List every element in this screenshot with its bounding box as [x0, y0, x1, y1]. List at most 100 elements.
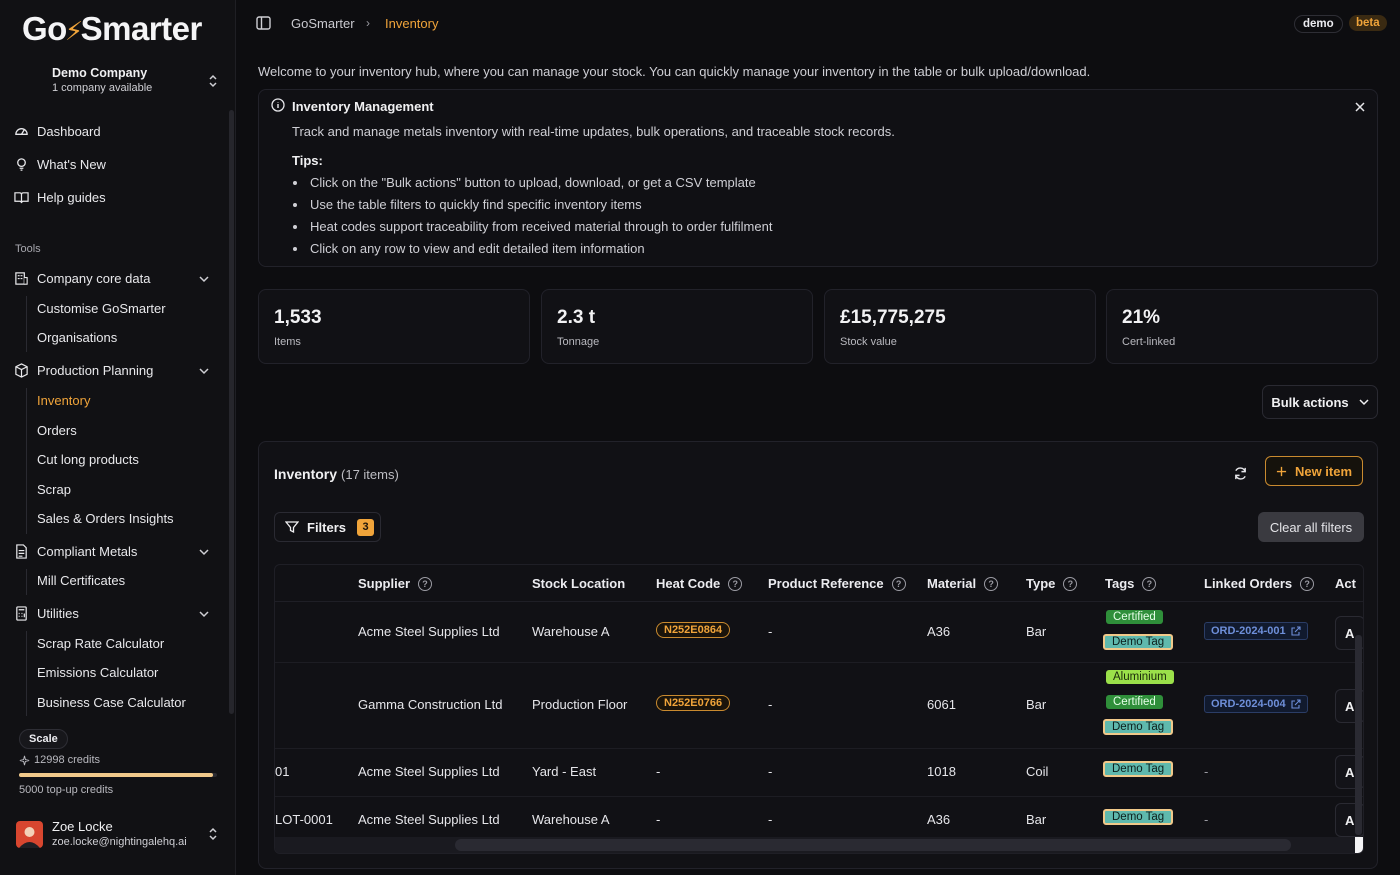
linked-order-link[interactable]: ORD-2024-001 [1204, 622, 1308, 640]
column-header-linked-orders[interactable]: Linked Orders? [1204, 576, 1315, 591]
linked-order-link[interactable]: ORD-2024-004 [1204, 695, 1308, 713]
app-logo[interactable]: Go⚡Smarter [22, 10, 202, 48]
breadcrumb-root[interactable]: GoSmarter [291, 16, 355, 31]
filters-button[interactable]: Filters 3 [274, 512, 381, 542]
cell-material[interactable]: 6061 [927, 697, 956, 712]
tag-demo[interactable]: Demo Tag [1103, 634, 1174, 650]
cell-supplier[interactable]: Acme Steel Supplies Ltd [358, 812, 500, 827]
cell-lot[interactable]: 01 [275, 764, 289, 779]
nav-production-planning[interactable]: Production Planning [14, 363, 153, 378]
refresh-icon[interactable] [1233, 466, 1248, 484]
nav-scrap-rate-calculator[interactable]: Scrap Rate Calculator [37, 636, 164, 651]
nav-inventory[interactable]: Inventory [37, 393, 90, 408]
new-item-button[interactable]: New item [1265, 456, 1363, 486]
tag-demo[interactable]: Demo Tag [1103, 719, 1174, 735]
cell-type[interactable]: Bar [1026, 697, 1046, 712]
cell-supplier[interactable]: Acme Steel Supplies Ltd [358, 624, 500, 639]
cell-product-ref[interactable]: - [768, 697, 772, 712]
tag-certified[interactable]: Certified [1106, 610, 1163, 624]
tag-demo[interactable]: Demo Tag [1103, 761, 1174, 777]
cell-product-ref[interactable]: - [768, 764, 772, 779]
help-circle-icon[interactable]: ? [1300, 576, 1315, 591]
credits-text: 12998 credits [19, 754, 100, 766]
user-name: Zoe Locke [52, 819, 113, 834]
chevron-down-icon[interactable] [199, 548, 209, 556]
cell-lot[interactable]: LOT-0001 [275, 812, 333, 827]
column-header-material[interactable]: Material? [927, 576, 999, 591]
nav-cut-long-products[interactable]: Cut long products [37, 452, 139, 467]
inventory-panel: Inventory (17 items) New item Filters 3 C… [258, 441, 1378, 869]
nav-scrap[interactable]: Scrap [37, 482, 71, 497]
cell-material[interactable]: 1018 [927, 764, 956, 779]
cell-location[interactable]: Production Floor [532, 697, 627, 712]
filter-icon [285, 521, 299, 534]
nav-whats-new[interactable]: What's New [14, 157, 106, 172]
cell-product-ref[interactable]: - [768, 624, 772, 639]
tag-certified[interactable]: Certified [1106, 695, 1163, 709]
nav-business-case-calculator[interactable]: Business Case Calculator [37, 695, 186, 710]
stat-value: £15,775,275 [840, 307, 946, 328]
cell-product-ref[interactable]: - [768, 812, 772, 827]
tag-demo[interactable]: Demo Tag [1103, 809, 1174, 825]
cell-material[interactable]: A36 [927, 624, 950, 639]
tree-line [26, 296, 27, 352]
help-circle-icon[interactable]: ? [728, 576, 743, 591]
column-header-stock-location[interactable]: Stock Location [532, 576, 625, 591]
help-circle-icon[interactable]: ? [1142, 576, 1157, 591]
chevron-down-icon[interactable] [199, 610, 209, 618]
nav-mill-certificates[interactable]: Mill Certificates [37, 573, 125, 588]
bulk-actions-button[interactable]: Bulk actions [1262, 385, 1378, 419]
tag-aluminium[interactable]: Aluminium [1106, 670, 1174, 684]
chevron-down-icon[interactable] [199, 275, 209, 283]
column-header-supplier[interactable]: Supplier? [358, 576, 433, 591]
nav-orders[interactable]: Orders [37, 423, 77, 438]
nav-customise-gosmarter[interactable]: Customise GoSmarter [37, 301, 166, 316]
help-circle-icon[interactable]: ? [418, 576, 433, 591]
cell-type[interactable]: Bar [1026, 624, 1046, 639]
cell-heat-code[interactable]: - [656, 812, 660, 827]
nav-dashboard[interactable]: Dashboard [14, 124, 101, 139]
help-circle-icon[interactable]: ? [984, 576, 999, 591]
heat-code-badge[interactable]: N252E0766 [656, 695, 731, 711]
stat-label: Cert-linked [1122, 336, 1176, 348]
help-circle-icon[interactable]: ? [1063, 576, 1078, 591]
help-circle-icon[interactable]: ? [891, 576, 906, 591]
stat-card-tonnage: 2.3 t Tonnage [541, 289, 813, 364]
nav-organisations[interactable]: Organisations [37, 330, 117, 345]
table-vertical-scrollbar[interactable] [1355, 635, 1362, 835]
column-header-heat-code[interactable]: Heat Code? [656, 576, 743, 591]
column-header-type[interactable]: Type? [1026, 576, 1078, 591]
sidebar-scrollbar[interactable] [229, 110, 234, 714]
company-switcher[interactable]: Demo Company 1 company available [52, 66, 152, 94]
cell-material[interactable]: A36 [927, 812, 950, 827]
nav-utilities[interactable]: Utilities [14, 606, 79, 621]
column-header-actions[interactable]: Act [1335, 576, 1356, 591]
cell-heat-code[interactable]: - [656, 764, 660, 779]
nav-company-core-data[interactable]: Company core data [14, 271, 150, 286]
chevron-down-icon[interactable] [199, 367, 209, 375]
package-icon [14, 363, 29, 378]
scrollbar-thumb[interactable] [455, 839, 1291, 851]
heat-code-badge[interactable]: N252E0864 [656, 622, 731, 638]
clear-all-filters-button[interactable]: Clear all filters [1258, 512, 1364, 542]
avatar[interactable] [16, 821, 43, 848]
cell-location[interactable]: Warehouse A [532, 624, 610, 639]
nav-emissions-calculator[interactable]: Emissions Calculator [37, 665, 158, 680]
nav-compliant-metals[interactable]: Compliant Metals [14, 544, 137, 559]
cell-location[interactable]: Warehouse A [532, 812, 610, 827]
table-horizontal-scrollbar[interactable] [275, 837, 1363, 853]
column-header-product-reference[interactable]: Product Reference? [768, 576, 906, 591]
column-header-tags[interactable]: Tags? [1105, 576, 1157, 591]
chevrons-up-down-icon[interactable] [207, 827, 219, 842]
cell-supplier[interactable]: Acme Steel Supplies Ltd [358, 764, 500, 779]
cell-location[interactable]: Yard - East [532, 764, 596, 779]
close-icon[interactable] [1355, 100, 1365, 115]
cell-type[interactable]: Bar [1026, 812, 1046, 827]
nav-help-guides[interactable]: Help guides [14, 190, 106, 205]
nav-sales-orders-insights[interactable]: Sales & Orders Insights [37, 511, 174, 526]
sidebar-toggle-icon[interactable] [256, 16, 271, 33]
user-menu[interactable]: Zoe Locke zoe.locke@nightingalehq.ai [52, 819, 187, 848]
cell-type[interactable]: Coil [1026, 764, 1048, 779]
cell-supplier[interactable]: Gamma Construction Ltd [358, 697, 503, 712]
chevrons-up-down-icon[interactable] [207, 74, 219, 89]
